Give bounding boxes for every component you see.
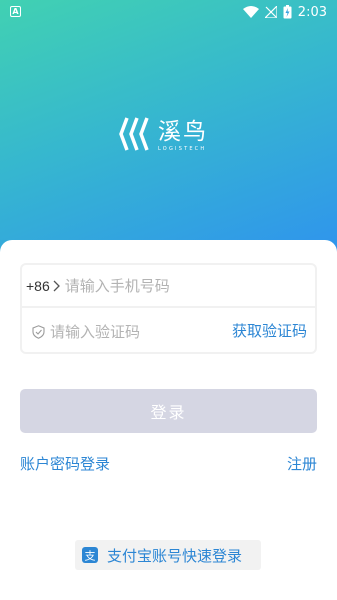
status-icons: 2:03 [242, 4, 327, 20]
country-code-selector[interactable]: +86 [26, 278, 50, 294]
code-row: 获取验证码 [22, 310, 315, 353]
shield-check-icon [32, 324, 45, 339]
svg-text:支: 支 [85, 550, 96, 563]
password-login-link[interactable]: 账户密码登录 [20, 453, 110, 474]
battery-charging-icon [283, 5, 292, 19]
login-button[interactable]: 登录 [20, 389, 317, 433]
phone-row: +86 [22, 265, 315, 308]
verification-code-input[interactable] [50, 322, 210, 341]
brand-logo: 溪鸟 LOGISTECH [118, 112, 222, 156]
alipay-login-button[interactable]: 支 支付宝账号快速登录 [75, 540, 261, 570]
brand-mark-icon [119, 117, 149, 151]
brand-subtitle: LOGISTECH [158, 146, 207, 152]
chevron-right-icon[interactable] [53, 280, 60, 292]
register-link[interactable]: 注册 [287, 453, 317, 474]
status-bar: A 2:03 [0, 0, 337, 24]
get-code-button[interactable]: 获取验证码 [232, 320, 307, 341]
brand-name: 溪鸟 [158, 119, 208, 145]
login-input-group: +86 获取验证码 [20, 263, 317, 354]
app-notification-icon: A [10, 6, 21, 17]
wifi-icon [242, 6, 259, 18]
phone-input[interactable] [64, 276, 305, 295]
no-signal-icon [264, 6, 277, 18]
alipay-icon: 支 [82, 547, 98, 563]
alipay-login-label: 支付宝账号快速登录 [107, 546, 243, 565]
clock: 2:03 [297, 4, 327, 20]
